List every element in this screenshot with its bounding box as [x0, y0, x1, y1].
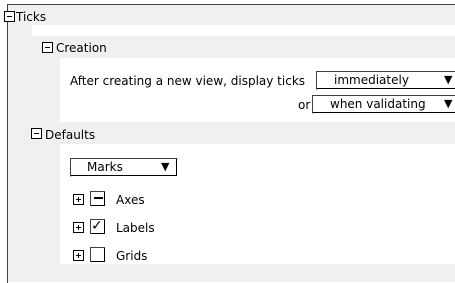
display-ticks-dropdown[interactable]: immediately ▼ [316, 71, 455, 90]
check-mark-icon: ✓ [91, 218, 103, 234]
collapse-defaults-icon[interactable] [31, 128, 42, 139]
ticks-header [8, 5, 455, 25]
marks-dropdown[interactable]: Marks ▼ [70, 158, 178, 177]
defaults-label: Defaults [45, 128, 96, 142]
collapse-creation-icon[interactable] [42, 42, 53, 53]
or-label: or [298, 98, 311, 112]
display-ticks-value: immediately [334, 73, 409, 87]
axes-label: Axes [116, 193, 145, 207]
marks-value: Marks [87, 160, 123, 174]
indeterminate-mark-icon [94, 197, 103, 199]
expand-grids-icon[interactable] [73, 250, 84, 261]
defaults-header [32, 122, 455, 144]
grids-label: Grids [116, 249, 148, 263]
validating-value: when validating [330, 97, 426, 111]
ticks-label: Ticks [16, 10, 47, 24]
dropdown-arrow-icon: ▼ [444, 73, 453, 86]
validating-dropdown[interactable]: when validating ▼ [312, 95, 455, 114]
grids-checkbox[interactable] [90, 247, 105, 262]
expand-labels-icon[interactable] [73, 222, 84, 233]
display-ticks-description: After creating a new view, display ticks [70, 74, 306, 88]
labels-label: Labels [116, 221, 155, 235]
defaults-footer [32, 264, 455, 282]
axes-checkbox[interactable] [90, 191, 105, 206]
dropdown-arrow-icon: ▼ [161, 160, 170, 173]
creation-label: Creation [56, 41, 107, 55]
tree-indent-strip [8, 25, 32, 282]
dropdown-arrow-icon: ▼ [444, 97, 453, 110]
defaults-indent [32, 144, 60, 282]
labels-checkbox[interactable]: ✓ [90, 219, 105, 234]
creation-indent [32, 58, 60, 122]
collapse-ticks-icon[interactable] [4, 11, 15, 22]
expand-axes-icon[interactable] [73, 194, 84, 205]
